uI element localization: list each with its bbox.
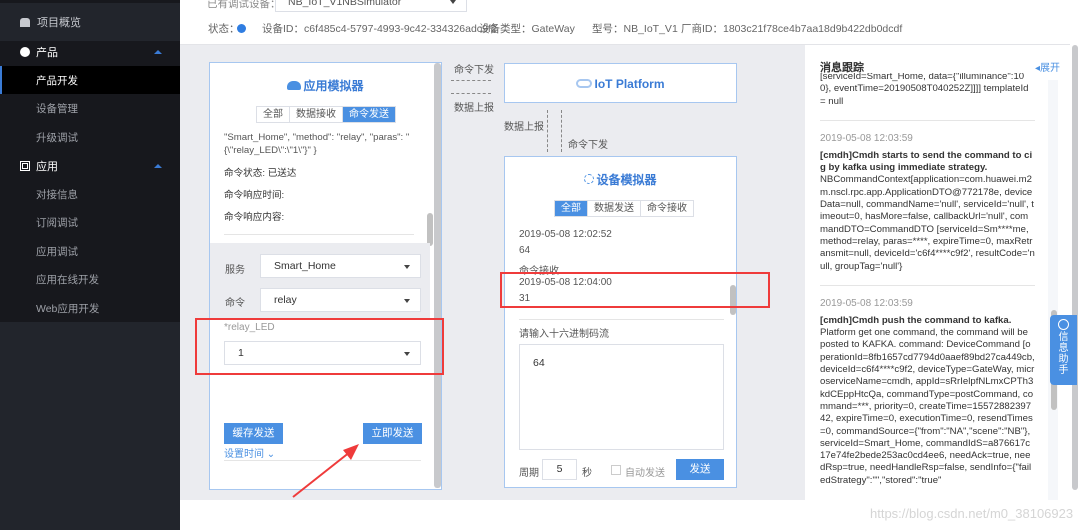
sidebar-item-integration[interactable]: 对接信息 (0, 180, 180, 208)
set-time-link[interactable]: 设置时间 ⌄ (224, 445, 275, 460)
period-input[interactable]: 5 (542, 459, 577, 480)
service-select[interactable]: Smart_Home (260, 254, 421, 278)
cache-send-button[interactable]: 缓存发送 (224, 423, 283, 444)
sidebar-item-upgrade[interactable]: 升级调试 (0, 123, 180, 151)
sidebar: 项目概览 产品 产品开发 设备管理 升级调试 应用 对接信息 订阅调试 应用调试… (0, 0, 180, 530)
tab-data-receive[interactable]: 数据接收 (290, 107, 343, 122)
annotation-arrow (292, 444, 359, 498)
log-scrollbar[interactable] (427, 213, 433, 246)
tab-command-receive[interactable]: 命令接收 (641, 201, 693, 216)
grid-icon (20, 161, 30, 171)
cmd-status: 命令状态: 已送达 (224, 168, 297, 179)
app-simulator-panel: 应用模拟器 全部 数据接收 命令发送 "Smart_Home", "method… (209, 62, 442, 490)
cmd-down-arrow (451, 80, 491, 81)
sidebar-item-web-dev[interactable]: Web应用开发 (0, 294, 180, 322)
sidebar-item-device-mgmt[interactable]: 设备管理 (0, 94, 180, 122)
sidebar-item-subscribe[interactable]: 订阅调试 (0, 208, 180, 236)
sidebar-item-online-dev[interactable]: 应用在线开发 (0, 265, 180, 293)
home-icon (20, 17, 30, 27)
sidebar-item-product-dev[interactable]: 产品开发 (0, 66, 180, 94)
panel-scrollbar[interactable] (434, 63, 441, 488)
highlight-box (500, 272, 770, 308)
sidebar-group-product[interactable]: 产品 (0, 38, 180, 66)
status-dot (237, 24, 246, 33)
device-select[interactable]: NB_IoT_V1NBSimulator (275, 0, 467, 12)
tab-all[interactable]: 全部 (257, 107, 290, 122)
hex-input[interactable]: 64 (519, 344, 724, 450)
device-header: 已有调试设备： NB_IoT_V1NBSimulator 状态： 设备ID：c6… (180, 0, 1070, 45)
cloud-icon (287, 81, 302, 90)
send-button[interactable]: 发送 (676, 459, 724, 480)
send-now-button[interactable]: 立即发送 (363, 423, 422, 444)
device-icon (584, 174, 595, 184)
caret-up-icon (154, 50, 162, 54)
watermark: https://blog.csdn.net/m0_38106923 (870, 506, 1074, 521)
trace-list: [serviceId=Smart_Home, data={"illuminanc… (820, 73, 1035, 486)
iot-platform-box: IoT Platform (504, 63, 737, 103)
device-simulator-panel: 设备模拟器 全部 数据发送 命令接收 2019-05-08 12:02:52 6… (504, 156, 737, 488)
tab-data-send[interactable]: 数据发送 (588, 201, 641, 216)
chat-icon (1058, 319, 1069, 330)
highlight-box (195, 318, 444, 375)
product-icon (20, 47, 30, 57)
sidebar-item-overview[interactable]: 项目概览 (0, 3, 180, 41)
auto-send-checkbox[interactable] (611, 465, 621, 475)
platform-logo-icon (576, 79, 593, 88)
page-scrollbar[interactable] (1072, 45, 1078, 490)
data-up-arrow (451, 93, 491, 94)
sidebar-group-app[interactable]: 应用 (0, 152, 180, 180)
sidebar-item-app-debug[interactable]: 应用调试 (0, 237, 180, 265)
caret-up-icon (154, 164, 162, 168)
tab-command-send[interactable]: 命令发送 (343, 107, 395, 122)
help-assistant-button[interactable]: 信息助手 (1050, 315, 1077, 385)
expand-link[interactable]: ◂展开 (1035, 59, 1060, 74)
message-trace-panel: 消息跟踪 ◂展开 [serviceId=Smart_Home, data={"i… (805, 45, 1070, 500)
command-select[interactable]: relay (260, 288, 421, 312)
tab-all[interactable]: 全部 (555, 201, 588, 216)
